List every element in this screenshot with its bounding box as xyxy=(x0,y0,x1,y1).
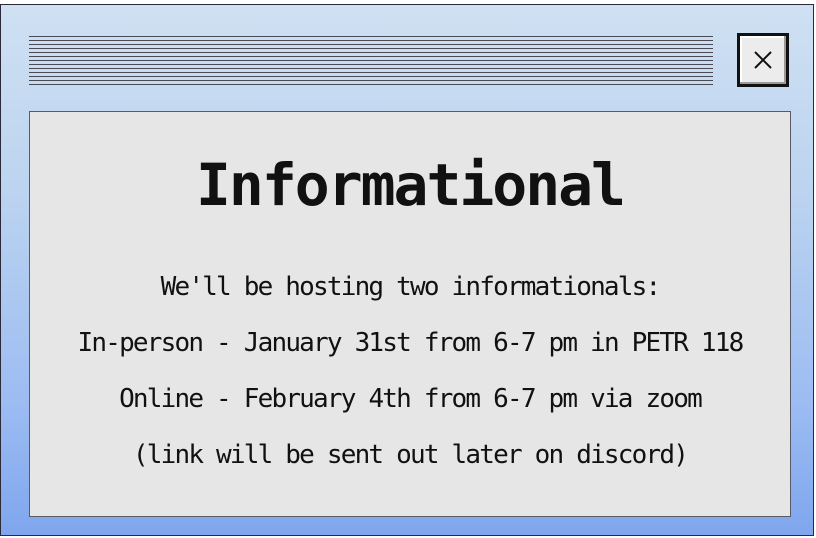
message-line: Online - February 4th from 6-7 pm via zo… xyxy=(119,384,703,414)
close-icon xyxy=(754,51,772,69)
message-line: We'll be hosting two informationals: xyxy=(160,272,662,302)
message-line: (link will be sent out later on discord) xyxy=(132,440,689,470)
close-button[interactable] xyxy=(737,33,789,87)
message-line: In-person - January 31st from 6-7 pm in … xyxy=(77,328,745,358)
content-panel: Informational We'll be hosting two infor… xyxy=(29,111,791,517)
title-bar-grip[interactable] xyxy=(29,36,713,86)
dialog-heading: Informational xyxy=(196,151,626,219)
dialog-window: Informational We'll be hosting two infor… xyxy=(0,4,814,536)
